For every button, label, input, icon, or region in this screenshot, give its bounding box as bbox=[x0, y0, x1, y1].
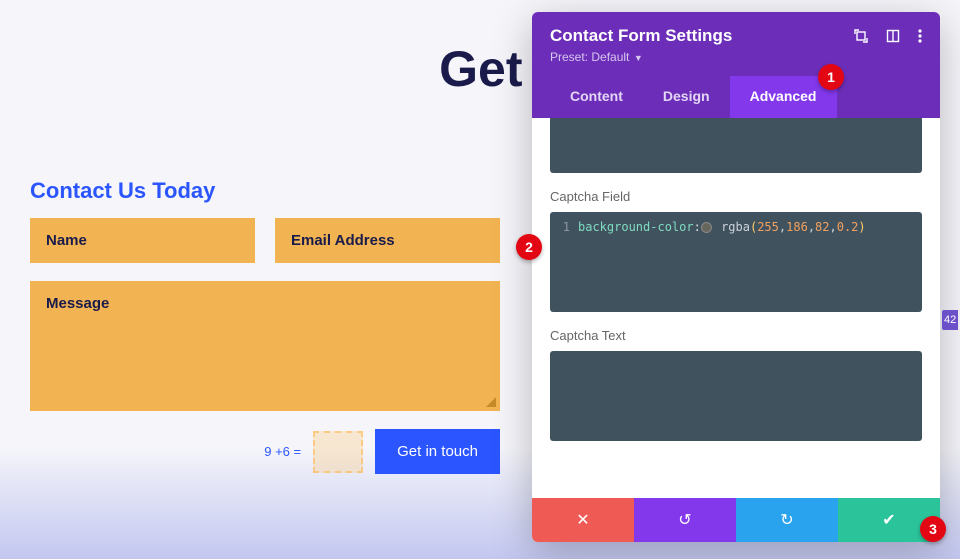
tab-content[interactable]: Content bbox=[550, 76, 643, 118]
undo-button[interactable]: ↺ bbox=[634, 498, 736, 542]
panel-title: Contact Form Settings bbox=[550, 26, 732, 46]
settings-panel: Contact Form Settings Preset: Default ▼ bbox=[532, 12, 940, 542]
expand-icon[interactable] bbox=[854, 29, 868, 43]
section-captcha-text: Captcha Text bbox=[550, 328, 940, 343]
line-number: 1 bbox=[560, 220, 570, 234]
kebab-icon[interactable] bbox=[918, 29, 922, 43]
captcha-row: 9 +6 = Get in touch bbox=[30, 429, 500, 474]
tab-design[interactable]: Design bbox=[643, 76, 730, 118]
css-property: background-color bbox=[578, 220, 694, 234]
code-editor-captcha-text[interactable] bbox=[550, 351, 922, 441]
tabs: Content Design Advanced bbox=[550, 76, 922, 118]
captcha-input[interactable] bbox=[313, 431, 363, 473]
panel-footer: ✕ ↺ ↻ ✔ bbox=[532, 498, 940, 542]
annotation-badge-3: 3 bbox=[920, 516, 946, 542]
message-field[interactable]: Message bbox=[30, 281, 500, 411]
undo-icon: ↺ bbox=[678, 510, 691, 530]
columns-icon[interactable] bbox=[886, 29, 900, 43]
panel-header: Contact Form Settings Preset: Default ▼ bbox=[532, 12, 940, 118]
close-icon: ✕ bbox=[576, 510, 589, 530]
captcha-question: 9 +6 = bbox=[264, 444, 301, 459]
redo-button[interactable]: ↻ bbox=[736, 498, 838, 542]
annotation-badge-2: 2 bbox=[516, 234, 542, 260]
color-swatch-icon bbox=[701, 222, 712, 233]
panel-body: Captcha Field 1 background-color: rgba(2… bbox=[532, 118, 940, 498]
annotation-badge-1: 1 bbox=[818, 64, 844, 90]
css-func: rgba bbox=[721, 220, 750, 234]
name-field[interactable]: Name bbox=[30, 218, 255, 263]
panel-title-row: Contact Form Settings bbox=[550, 26, 922, 46]
preset-label: Preset: Default bbox=[550, 50, 629, 64]
code-tokens: background-color: rgba(255,186,82,0.2) bbox=[578, 220, 866, 234]
message-wrap: Message bbox=[30, 281, 500, 411]
page-root: Get in Contact Us Today Name Email Addre… bbox=[0, 0, 960, 559]
chevron-down-icon: ▼ bbox=[631, 53, 642, 63]
code-line: 1 background-color: rgba(255,186,82,0.2) bbox=[550, 212, 922, 242]
preset-row[interactable]: Preset: Default ▼ bbox=[550, 50, 922, 64]
panel-scroll[interactable]: Captcha Field 1 background-color: rgba(2… bbox=[532, 118, 940, 498]
panel-header-icons bbox=[854, 29, 922, 43]
section-captcha-field: Captcha Field bbox=[550, 189, 940, 204]
code-editor-prev[interactable] bbox=[550, 118, 922, 173]
redo-icon: ↻ bbox=[780, 510, 793, 530]
floating-tag: 42 bbox=[942, 310, 958, 330]
code-editor-captcha-field[interactable]: 1 background-color: rgba(255,186,82,0.2) bbox=[550, 212, 922, 312]
check-icon: ✔ bbox=[882, 510, 895, 530]
cancel-button[interactable]: ✕ bbox=[532, 498, 634, 542]
email-field[interactable]: Email Address bbox=[275, 218, 500, 263]
submit-button[interactable]: Get in touch bbox=[375, 429, 500, 474]
